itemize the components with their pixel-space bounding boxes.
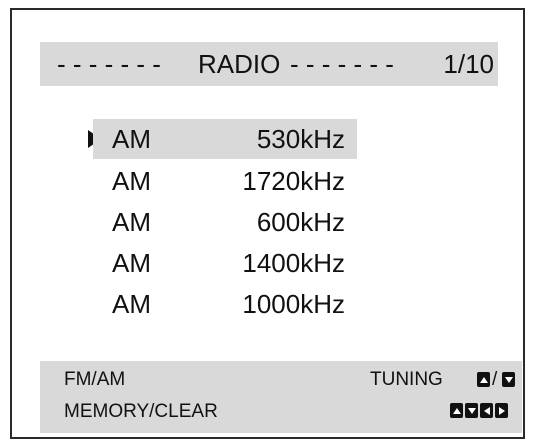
header-dashes-left: - - - - - - - [57,49,161,79]
header-bar: - - - - - - - RADIO - - - - - - - 1/10 [40,42,498,86]
preset-row[interactable]: AM 530kHz [93,119,357,159]
up-arrow-key-icon [450,403,463,418]
right-arrow-key-icon [495,403,508,418]
preset-row[interactable]: AM 1400kHz [93,243,357,283]
tuning-label: TUNING [370,369,443,390]
footer-help-bar: FM/AM TUNING / MEMORY/CLEAR [40,361,522,433]
memory-clear-label: MEMORY/CLEAR [64,401,218,422]
up-arrow-key-icon [477,372,490,387]
preset-band: AM [112,248,151,278]
radio-screen-frame: - - - - - - - RADIO - - - - - - - 1/10 A… [10,8,525,439]
fm-am-label: FM/AM [64,369,126,390]
tuning-separator: / [492,369,498,390]
left-arrow-key-icon [480,403,493,418]
preset-row[interactable]: AM 600kHz [93,202,357,242]
preset-band: AM [112,289,151,319]
preset-band: AM [112,124,151,154]
preset-band: AM [112,207,151,237]
preset-frequency: 1400kHz [242,248,345,278]
preset-band: AM [112,166,151,196]
preset-frequency: 1000kHz [242,289,345,319]
down-arrow-key-icon [465,403,478,418]
page-indicator: 1/10 [443,49,494,79]
preset-frequency: 530kHz [256,124,345,154]
down-arrow-key-icon [502,372,515,387]
preset-frequency: 1720kHz [242,166,345,196]
preset-row[interactable]: AM 1720kHz [93,161,357,201]
preset-frequency: 600kHz [256,207,345,237]
header-dashes-right: - - - - - - - [290,49,394,79]
preset-row[interactable]: AM 1000kHz [93,284,357,324]
page-title: RADIO [198,49,281,79]
